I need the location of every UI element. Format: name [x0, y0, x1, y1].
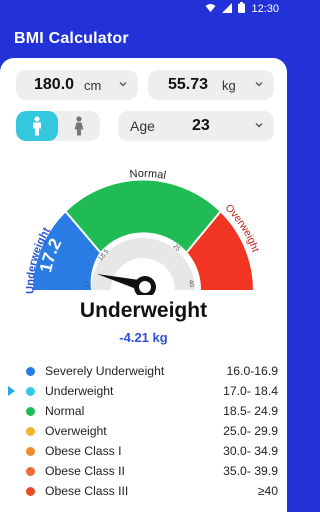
legend-row: Overweight 25.0- 29.9: [8, 422, 278, 442]
legend-dot: [26, 467, 35, 476]
legend-dot: [26, 447, 35, 456]
bmi-category-legend: Severely Underweight 16.0-16.9 Underweig…: [8, 362, 278, 502]
chevron-down-icon: [119, 82, 127, 87]
chevron-down-icon: [255, 123, 263, 128]
legend-row-selected: Underweight 17.0- 18.4: [8, 382, 278, 402]
legend-name: Normal: [45, 404, 85, 418]
height-unit: cm: [84, 77, 102, 93]
legend-name: Obese Class III: [45, 484, 129, 498]
status-icons: 12:30: [205, 2, 279, 16]
legend-range: ≥40: [257, 484, 278, 498]
weight-selector[interactable]: 55.73 kg: [148, 70, 274, 100]
legend-name: Obese Class I: [45, 444, 122, 458]
gauge-label-normal: Normal: [129, 168, 167, 182]
selected-arrow-icon: [8, 386, 15, 396]
legend-range: 16.0-16.9: [226, 364, 279, 378]
legend-row: Normal 18.5- 24.9: [8, 402, 278, 422]
legend-dot: [26, 407, 35, 416]
battery-icon: [238, 2, 246, 16]
gauge-tick-label: 40: [187, 279, 195, 288]
status-bar: 12:30: [0, 0, 287, 18]
male-icon: [33, 116, 41, 136]
wifi-icon: [205, 3, 216, 16]
legend-row: Obese Class III ≥40: [8, 482, 278, 502]
gender-female-button[interactable]: [58, 111, 100, 141]
legend-row: Obese Class II 35.0- 39.9: [8, 462, 278, 482]
age-selector[interactable]: Age 23: [118, 111, 274, 141]
legend-dot: [26, 487, 35, 496]
legend-range: 25.0- 29.9: [223, 424, 278, 438]
height-selector[interactable]: 180.0 cm: [16, 70, 138, 100]
age-label: Age: [130, 118, 155, 134]
legend-name: Obese Class II: [45, 464, 125, 478]
legend-name: Overweight: [45, 424, 107, 438]
weight-unit: kg: [222, 77, 236, 93]
bmi-category-result: Underweight: [79, 299, 208, 322]
content-sheet: 180.0 cm 55.73 kg Age 23 17 18.5 25 40 U…: [0, 58, 287, 512]
height-value: 180.0: [34, 76, 75, 93]
legend-row: Severely Underweight 16.0-16.9: [8, 362, 278, 382]
legend-name: Severely Underweight: [45, 364, 165, 378]
chevron-down-icon: [255, 82, 263, 87]
gauge-tick-label: 17: [84, 280, 92, 289]
legend-range: 17.0- 18.4: [223, 384, 278, 398]
app-title: BMI Calculator: [14, 30, 129, 47]
status-time: 12:30: [251, 3, 279, 15]
app-bar: BMI Calculator: [0, 18, 287, 62]
gender-toggle: [16, 111, 100, 141]
bmi-gauge: 17 18.5 25 40 Underweight Normal Overwei…: [25, 168, 261, 295]
weight-value: 55.73: [168, 76, 209, 93]
legend-dot: [26, 387, 35, 396]
legend-dot: [26, 367, 35, 376]
gender-male-button[interactable]: [16, 111, 58, 141]
legend-range: 35.0- 39.9: [223, 464, 278, 478]
female-icon: [74, 116, 84, 136]
legend-range: 18.5- 24.9: [223, 404, 278, 418]
legend-row: Obese Class I 30.0- 34.9: [8, 442, 278, 462]
age-value: 23: [192, 117, 210, 134]
cellular-signal-icon: [222, 2, 233, 16]
legend-name: Underweight: [45, 384, 114, 398]
weight-difference: -4.21 kg: [119, 330, 168, 345]
legend-range: 30.0- 34.9: [223, 444, 278, 458]
legend-dot: [26, 427, 35, 436]
